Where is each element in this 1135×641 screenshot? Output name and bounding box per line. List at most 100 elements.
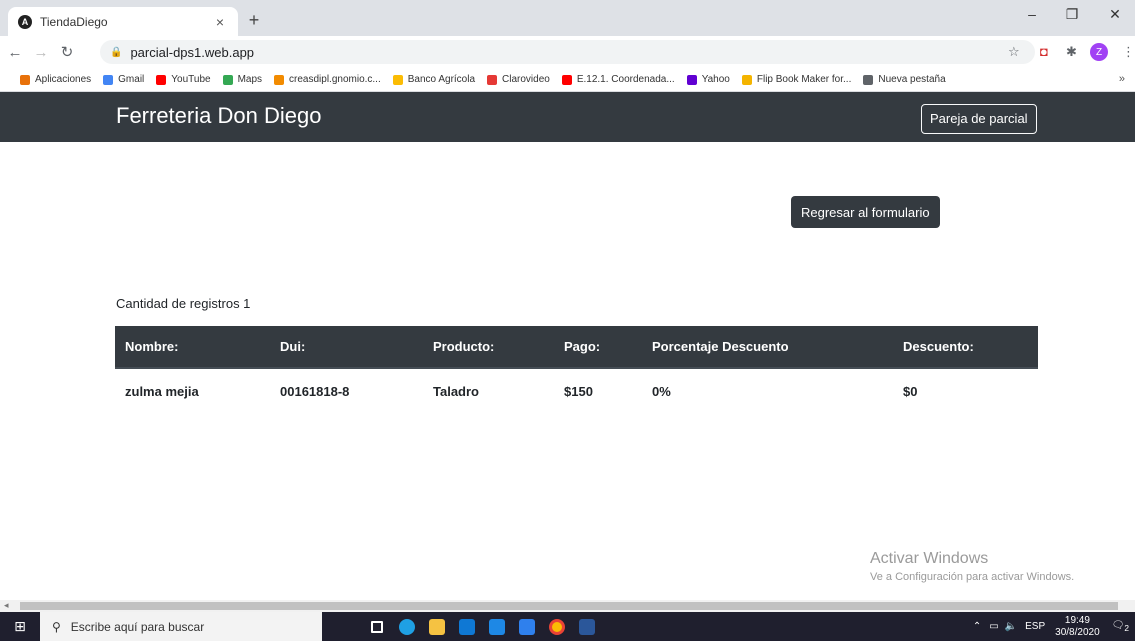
back-to-form-button[interactable]: Regresar al formulario: [791, 196, 940, 228]
table-row: zulma mejia 00161818-8 Taladro $150 0% $…: [115, 368, 1038, 413]
pocket-extension-icon[interactable]: ◘: [1040, 44, 1048, 59]
bookmark-label: Flip Book Maker for...: [756, 74, 852, 85]
back-arrow-icon[interactable]: ←: [4, 44, 26, 61]
table-header-row: Nombre: Dui: Producto: Pago: Porcentaje …: [115, 326, 1038, 369]
close-window-button[interactable]: ✕: [1100, 6, 1130, 23]
notification-icon[interactable]: 🗨2: [1112, 620, 1129, 633]
word-icon[interactable]: [572, 612, 602, 641]
file-explorer-icon[interactable]: [422, 612, 452, 641]
chrome-icon[interactable]: [542, 612, 572, 641]
bookmark-item[interactable]: Banco Agrícola: [392, 74, 476, 85]
column-header: Nombre:: [115, 326, 270, 369]
bookmark-item[interactable]: Gmail: [103, 74, 144, 85]
bookmark-item[interactable]: Yahoo: [686, 74, 730, 85]
tab-close-icon[interactable]: ×: [212, 14, 228, 30]
network-icon[interactable]: ▭: [989, 621, 998, 632]
task-view-icon[interactable]: [362, 612, 392, 641]
bookmark-item[interactable]: Maps: [222, 74, 263, 85]
column-header: Pago:: [554, 326, 642, 369]
watermark-title: Activar Windows: [870, 550, 989, 567]
scrollbar-thumb[interactable]: [20, 602, 1118, 610]
bookmark-item[interactable]: Clarovideo: [487, 74, 550, 85]
windows-activation-watermark: Activar Windows Ve a Configuración para …: [870, 550, 1074, 583]
site-navbar: Ferreteria Don Diego Pareja de parcial: [0, 92, 1135, 142]
bookmarks-overflow-icon[interactable]: »: [1119, 73, 1125, 85]
address-bar[interactable]: 🔒 parcial-dps1.web.app: [100, 40, 1035, 64]
horizontal-scrollbar[interactable]: ◂: [0, 600, 1135, 612]
bookmark-favicon-icon: [20, 74, 30, 85]
clock-date: 30/8/2020: [1055, 626, 1100, 638]
record-count: Cantidad de registros 1: [116, 296, 251, 311]
bookmark-item[interactable]: YouTube: [156, 74, 211, 85]
pair-button[interactable]: Pareja de parcial: [921, 104, 1037, 134]
notification-count: 2: [1124, 623, 1129, 633]
menu-dots-icon[interactable]: ⋮: [1122, 44, 1135, 60]
scroll-left-icon[interactable]: ◂: [4, 600, 9, 611]
bookmark-item[interactable]: Flip Book Maker for...: [741, 74, 852, 85]
volume-icon[interactable]: 🔈: [1005, 621, 1017, 632]
cell-producto: Taladro: [433, 383, 479, 399]
new-tab-button[interactable]: +: [244, 10, 264, 31]
bookmark-item[interactable]: creasdipl.gnomio.c...: [274, 74, 381, 85]
bookmark-label: Banco Agrícola: [407, 74, 476, 85]
clock[interactable]: 19:49 30/8/2020: [1055, 615, 1100, 639]
tray-chevron-icon[interactable]: ⌃: [973, 621, 981, 632]
bookmarks-bar: Aplicaciones Gmail YouTube Maps creasdipl.gn…: [0, 68, 1135, 92]
browser-tab-strip: A TiendaDiego × + – ❐ ✕: [0, 0, 1135, 36]
bookmark-favicon-icon: [392, 74, 403, 85]
browser-tab[interactable]: A TiendaDiego ×: [8, 7, 238, 36]
cell-dui: 00161818-8: [280, 383, 350, 399]
edge-icon[interactable]: [392, 612, 422, 641]
bookmark-item[interactable]: E.12.1. Coordenada...: [561, 74, 675, 85]
extensions-puzzle-icon[interactable]: ✱: [1066, 44, 1077, 60]
tab-title: TiendaDiego: [40, 14, 108, 29]
search-icon: ⚲: [52, 619, 61, 634]
store-icon[interactable]: [452, 612, 482, 641]
site-brand[interactable]: Ferreteria Don Diego: [116, 103, 321, 129]
bookmark-favicon-icon: [561, 74, 572, 85]
column-header: Porcentaje Descuento: [642, 326, 893, 369]
vscode-icon[interactable]: [512, 612, 542, 641]
bookmark-label: Maps: [237, 74, 263, 85]
browser-toolbar: ← → ↻ 🔒 parcial-dps1.web.app ☆ ◘ ✱ ⋮: [0, 36, 1135, 68]
column-header: Dui:: [270, 326, 423, 369]
reload-icon[interactable]: ↻: [56, 43, 78, 61]
bookmark-favicon-icon: [222, 74, 233, 85]
clock-time: 19:49: [1064, 614, 1090, 626]
profile-avatar[interactable]: Z: [1090, 43, 1108, 61]
bookmark-label: creasdipl.gnomio.c...: [289, 74, 381, 85]
url-text: parcial-dps1.web.app: [130, 44, 255, 60]
bookmark-label: Aplicaciones: [35, 74, 92, 85]
watermark-subtitle: Ve a Configuración para activar Windows.: [870, 571, 1075, 583]
mail-icon[interactable]: [482, 612, 512, 641]
column-header: Producto:: [423, 326, 554, 369]
bookmark-label: Gmail: [118, 74, 145, 85]
cell-descuento: $0: [903, 383, 918, 399]
language-indicator[interactable]: ESP: [1025, 621, 1045, 632]
cell-porcentaje: 0%: [652, 383, 671, 399]
bookmark-label: Clarovideo: [502, 74, 550, 85]
bookmark-label: Yahoo: [701, 74, 730, 85]
restore-button[interactable]: ❐: [1057, 6, 1087, 23]
bookmark-item[interactable]: Aplicaciones: [20, 74, 91, 85]
bookmark-favicon-icon: [741, 74, 752, 85]
bookmark-favicon-icon: [103, 74, 114, 85]
cell-nombre: zulma mejia: [125, 383, 199, 399]
taskbar-search[interactable]: ⚲ Escribe aquí para buscar: [40, 612, 322, 641]
bookmark-favicon-icon: [686, 74, 697, 85]
windows-start-icon[interactable]: ⊞: [0, 618, 40, 635]
minimize-button[interactable]: –: [1017, 6, 1047, 22]
bookmark-favicon-icon: [487, 74, 498, 85]
records-table: Nombre: Dui: Producto: Pago: Porcentaje …: [115, 326, 1038, 413]
lock-icon: 🔒: [110, 46, 123, 58]
bookmark-item[interactable]: Nueva pestaña: [863, 74, 946, 85]
forward-arrow-icon[interactable]: →: [30, 44, 52, 61]
bookmark-favicon-icon: [274, 74, 285, 85]
search-placeholder: Escribe aquí para buscar: [70, 619, 205, 634]
cell-pago: $150: [564, 383, 593, 399]
angular-favicon-icon: A: [18, 14, 32, 29]
system-tray: ⌃ ▭ 🔈 ESP 19:49 30/8/2020 🗨2: [973, 612, 1129, 641]
bookmark-star-icon[interactable]: ☆: [1008, 44, 1020, 60]
bookmark-favicon-icon: [156, 74, 167, 85]
bookmark-label: Nueva pestaña: [878, 74, 946, 85]
